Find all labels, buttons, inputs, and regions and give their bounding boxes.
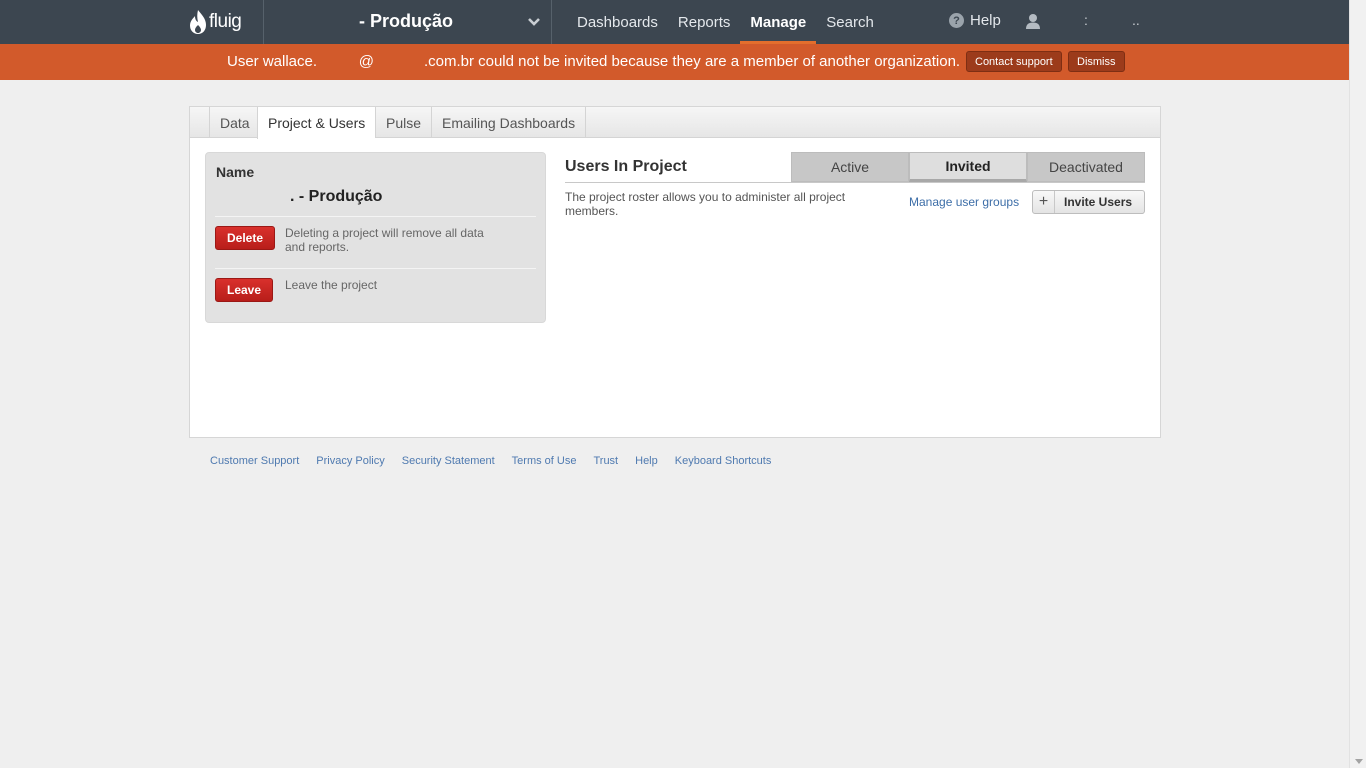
flame-icon [190, 10, 206, 34]
manage-tabs: Data Project & Users Pulse Emailing Dash… [190, 107, 1160, 139]
manage-user-groups-link[interactable]: Manage user groups [909, 195, 1019, 209]
alert-message: User wallace. @ .com.br could not be inv… [227, 53, 961, 70]
users-divider [565, 182, 1145, 183]
delete-description: Deleting a project will remove all data … [285, 226, 484, 254]
footer-link-help[interactable]: Help [635, 455, 658, 467]
footer-link-privacy-policy[interactable]: Privacy Policy [316, 455, 384, 467]
project-info-card: Name . - Produção Delete Deleting a proj… [205, 152, 546, 323]
tab-project-users[interactable]: Project & Users [257, 107, 376, 139]
user-name[interactable]: : [1084, 12, 1088, 28]
org-name[interactable]: .. [1132, 12, 1140, 28]
footer-link-security-statement[interactable]: Security Statement [402, 455, 495, 467]
scroll-down-arrow-icon[interactable] [1355, 759, 1363, 764]
tab-data[interactable]: Data [209, 107, 260, 138]
nav-manage[interactable]: Manage [740, 0, 817, 44]
invite-users-label: Invite Users [1064, 195, 1133, 209]
question-icon: ? [949, 13, 964, 28]
nav-search[interactable]: Search [816, 0, 884, 44]
dismiss-button[interactable]: Dismiss [1068, 51, 1125, 72]
leave-button[interactable]: Leave [215, 278, 274, 302]
main-nav: Dashboards Reports Manage Search [567, 0, 884, 44]
divider [215, 268, 536, 269]
tab-emailing-dashboards[interactable]: Emailing Dashboards [431, 107, 587, 138]
nav-reports[interactable]: Reports [668, 0, 741, 44]
footer-link-keyboard-shortcuts[interactable]: Keyboard Shortcuts [675, 455, 772, 467]
project-selector[interactable]: - Produção [264, 0, 551, 44]
roster-description: The project roster allows you to adminis… [565, 190, 846, 218]
footer-links: Customer Support Privacy Policy Security… [210, 455, 788, 467]
name-label: Name [216, 164, 255, 180]
project-name-value: . - Produção [290, 188, 383, 205]
fluig-logo[interactable]: fluig [189, 8, 242, 36]
logo-text: fluig [209, 11, 242, 32]
nav-dashboards[interactable]: Dashboards [567, 0, 668, 44]
invite-users-button[interactable]: + Invite Users [1032, 190, 1145, 214]
nav-divider [551, 0, 552, 44]
status-tab-invited[interactable]: Invited [909, 152, 1027, 182]
chevron-down-icon [528, 18, 540, 26]
footer-link-customer-support[interactable]: Customer Support [210, 455, 299, 467]
divider [215, 216, 536, 217]
project-title: - Produção [359, 11, 454, 31]
contact-support-button[interactable]: Contact support [966, 51, 1062, 72]
manage-panel: Data Project & Users Pulse Emailing Dash… [189, 106, 1161, 438]
top-navigation-bar: fluig - Produção Dashboards Reports Mana… [0, 0, 1349, 44]
footer-link-terms-of-use[interactable]: Terms of Use [512, 455, 577, 467]
users-in-project-title: Users In Project [565, 158, 687, 175]
alert-banner: User wallace. @ .com.br could not be inv… [0, 44, 1349, 80]
user-status-tabs: Active Invited Deactivated [791, 152, 1145, 183]
status-tab-active[interactable]: Active [791, 152, 909, 182]
tab-pulse[interactable]: Pulse [375, 107, 431, 138]
status-tab-deactivated[interactable]: Deactivated [1027, 152, 1145, 182]
help-link[interactable]: ? Help [949, 12, 1001, 29]
footer-link-trust[interactable]: Trust [593, 455, 618, 467]
help-label: Help [970, 12, 1001, 29]
leave-description: Leave the project [285, 278, 378, 292]
plus-icon: + [1033, 191, 1055, 213]
vertical-scrollbar[interactable] [1349, 0, 1366, 768]
delete-button[interactable]: Delete [215, 226, 276, 250]
user-icon[interactable] [1025, 13, 1041, 29]
